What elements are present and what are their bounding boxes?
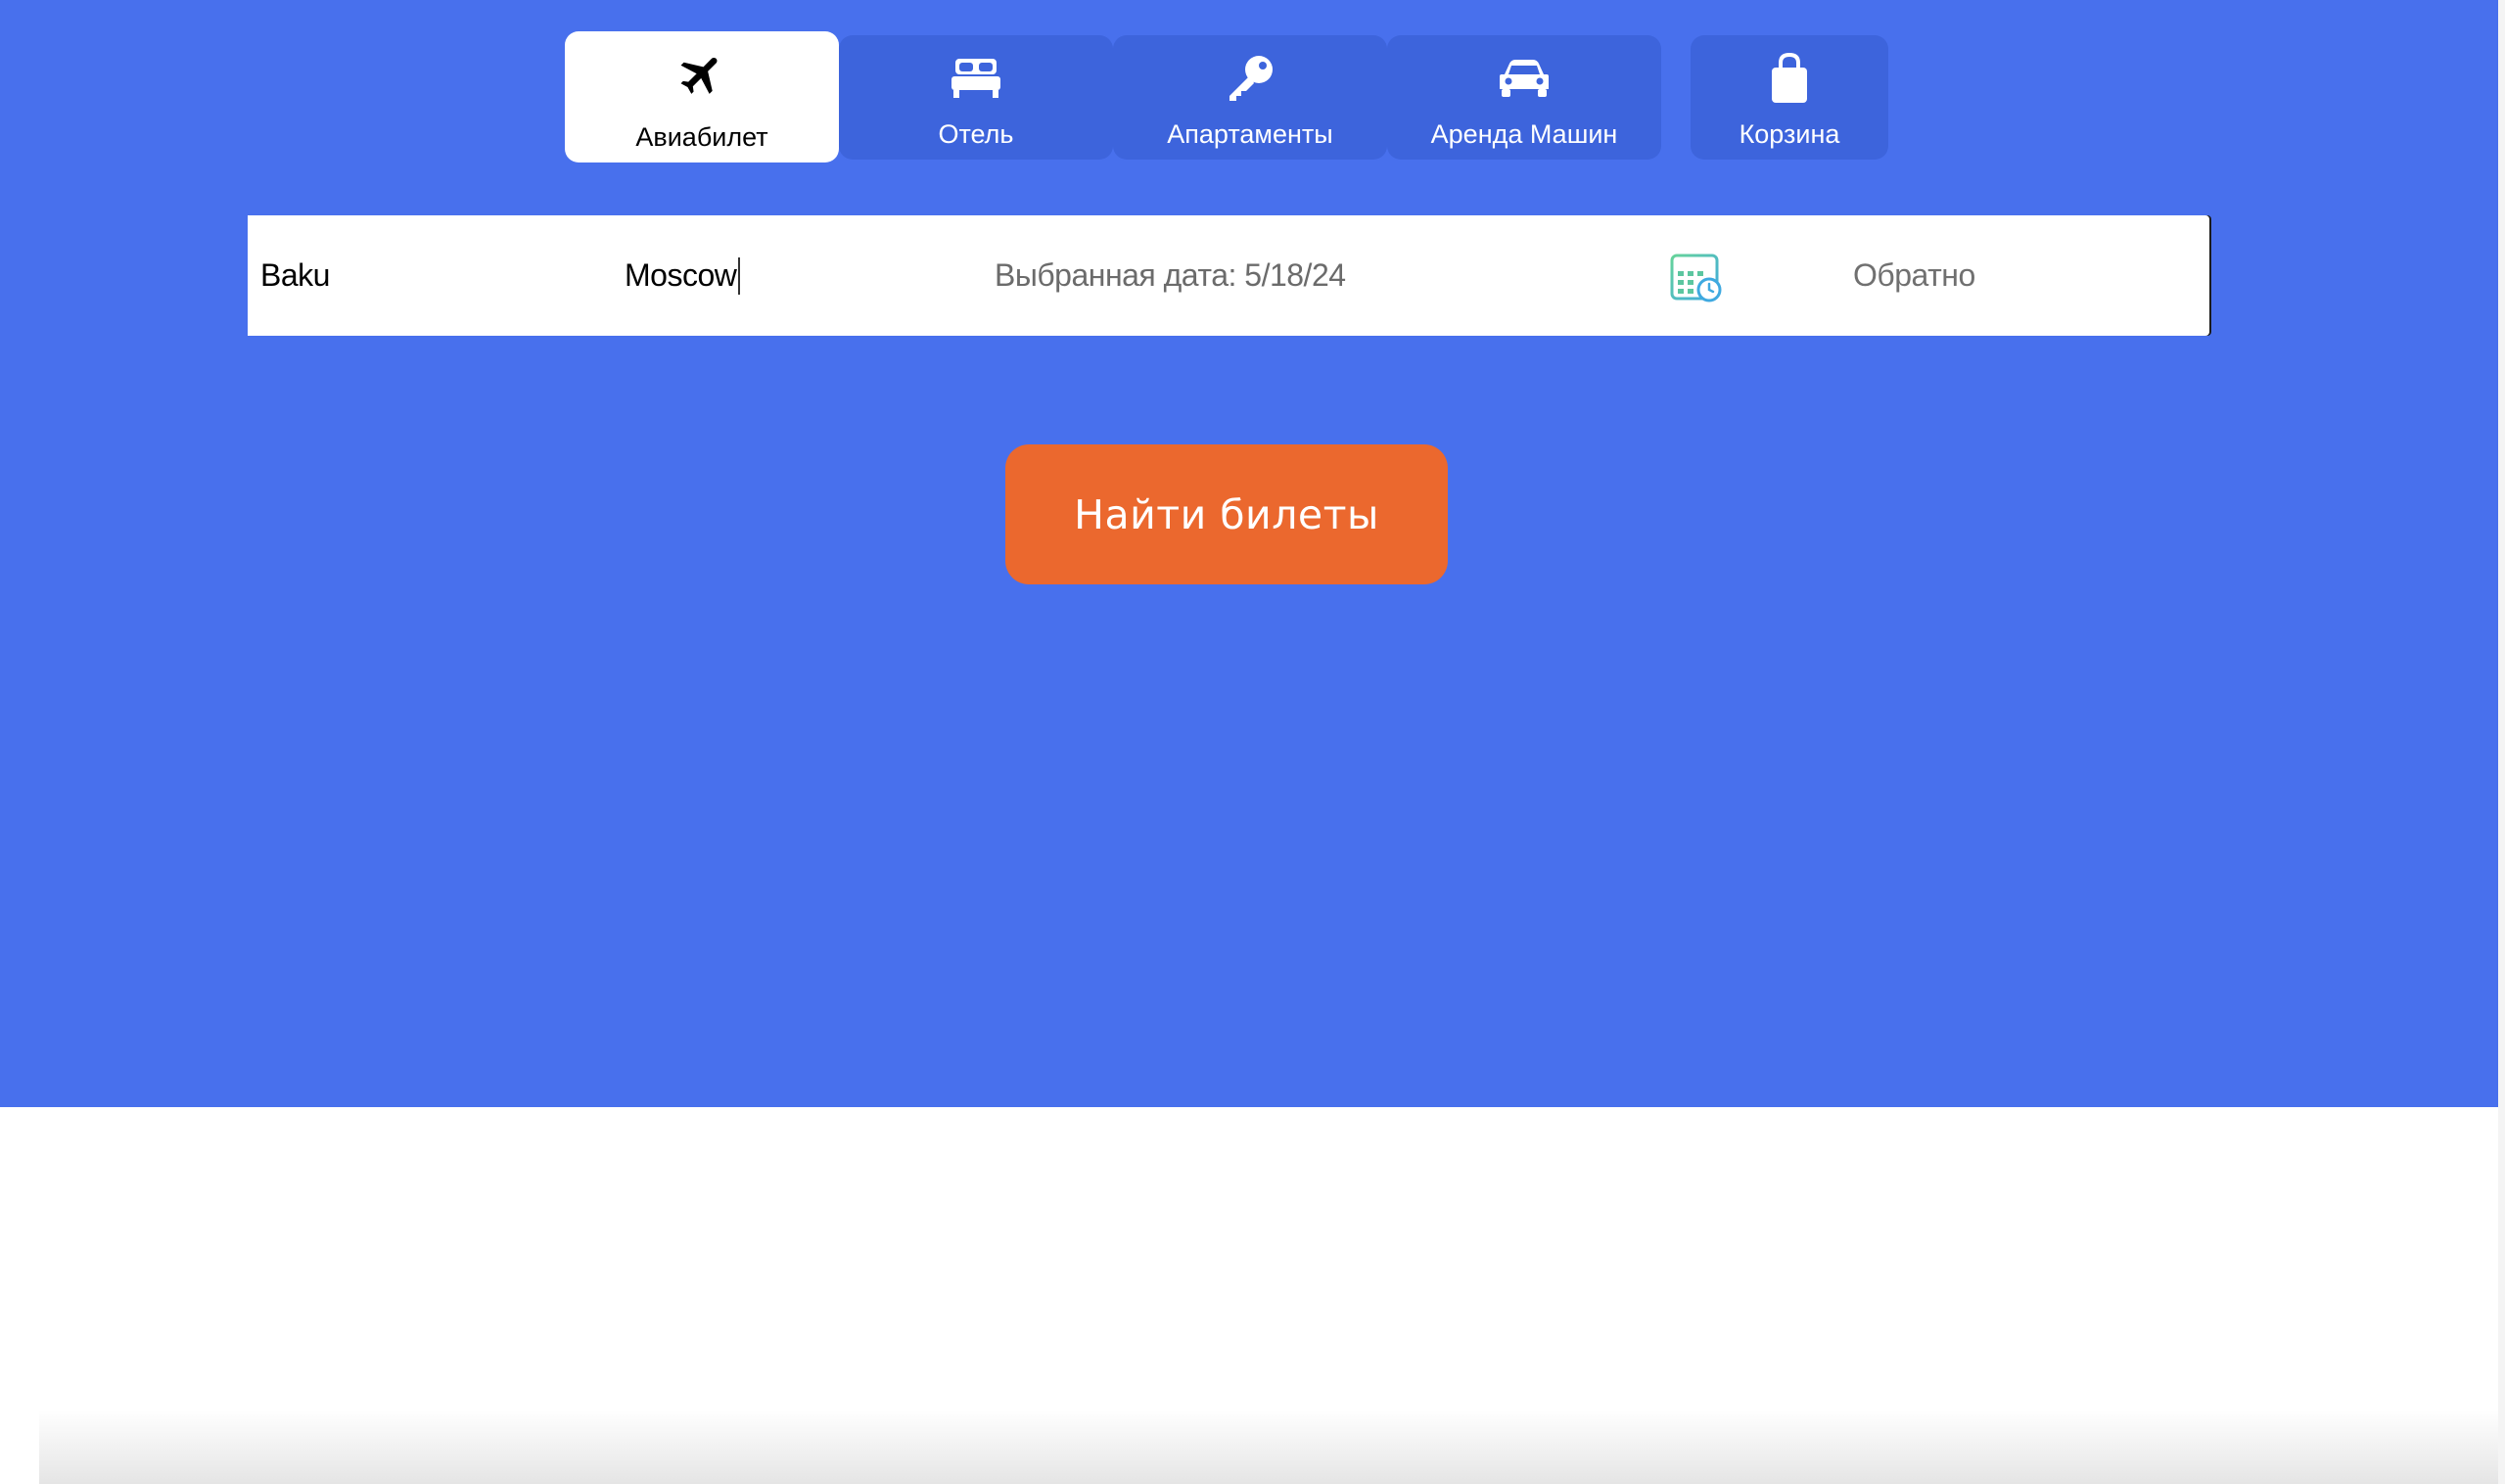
tab-apartments-label: Апартаменты	[1167, 119, 1333, 149]
find-tickets-label: Найти билеты	[1074, 490, 1379, 538]
return-date-field[interactable]: Обратно	[1853, 215, 1975, 336]
find-tickets-button[interactable]: Найти билеты	[1005, 444, 1448, 584]
page-edge	[2498, 0, 2505, 1484]
tab-apartments[interactable]: Апартаменты	[1113, 35, 1387, 160]
flight-search-form: Baku Moscow Выбранная дата: 5/18/24 Обра…	[248, 215, 2209, 336]
destination-value: Moscow	[625, 257, 737, 293]
text-caret	[738, 256, 741, 295]
tab-car-rental-label: Аренда Машин	[1430, 119, 1618, 149]
tab-cart-label: Корзина	[1739, 119, 1840, 149]
calendar-clock-icon[interactable]	[1669, 249, 1724, 303]
tab-hotel[interactable]: Отель	[839, 35, 1113, 160]
airplane-icon	[565, 45, 839, 104]
tab-hotel-label: Отель	[938, 119, 1014, 149]
car-icon	[1387, 49, 1661, 108]
destination-input[interactable]: Moscow	[625, 215, 741, 336]
return-date-placeholder: Обратно	[1853, 257, 1975, 293]
key-icon	[1113, 49, 1387, 108]
footer-shadow	[39, 1410, 2498, 1484]
tab-car-rental[interactable]: Аренда Машин	[1387, 35, 1661, 160]
shopping-bag-icon	[1691, 49, 1888, 108]
tab-flights-label: Авиабилет	[635, 122, 768, 152]
tab-cart[interactable]: Корзина	[1691, 35, 1888, 160]
tab-flights[interactable]: Авиабилет	[565, 31, 839, 162]
departure-date-text: Выбранная дата: 5/18/24	[995, 257, 1346, 293]
origin-value: Baku	[260, 257, 330, 293]
origin-input[interactable]: Baku	[260, 215, 330, 336]
departure-date-field[interactable]: Выбранная дата: 5/18/24	[995, 215, 1346, 336]
bed-icon	[839, 49, 1113, 108]
